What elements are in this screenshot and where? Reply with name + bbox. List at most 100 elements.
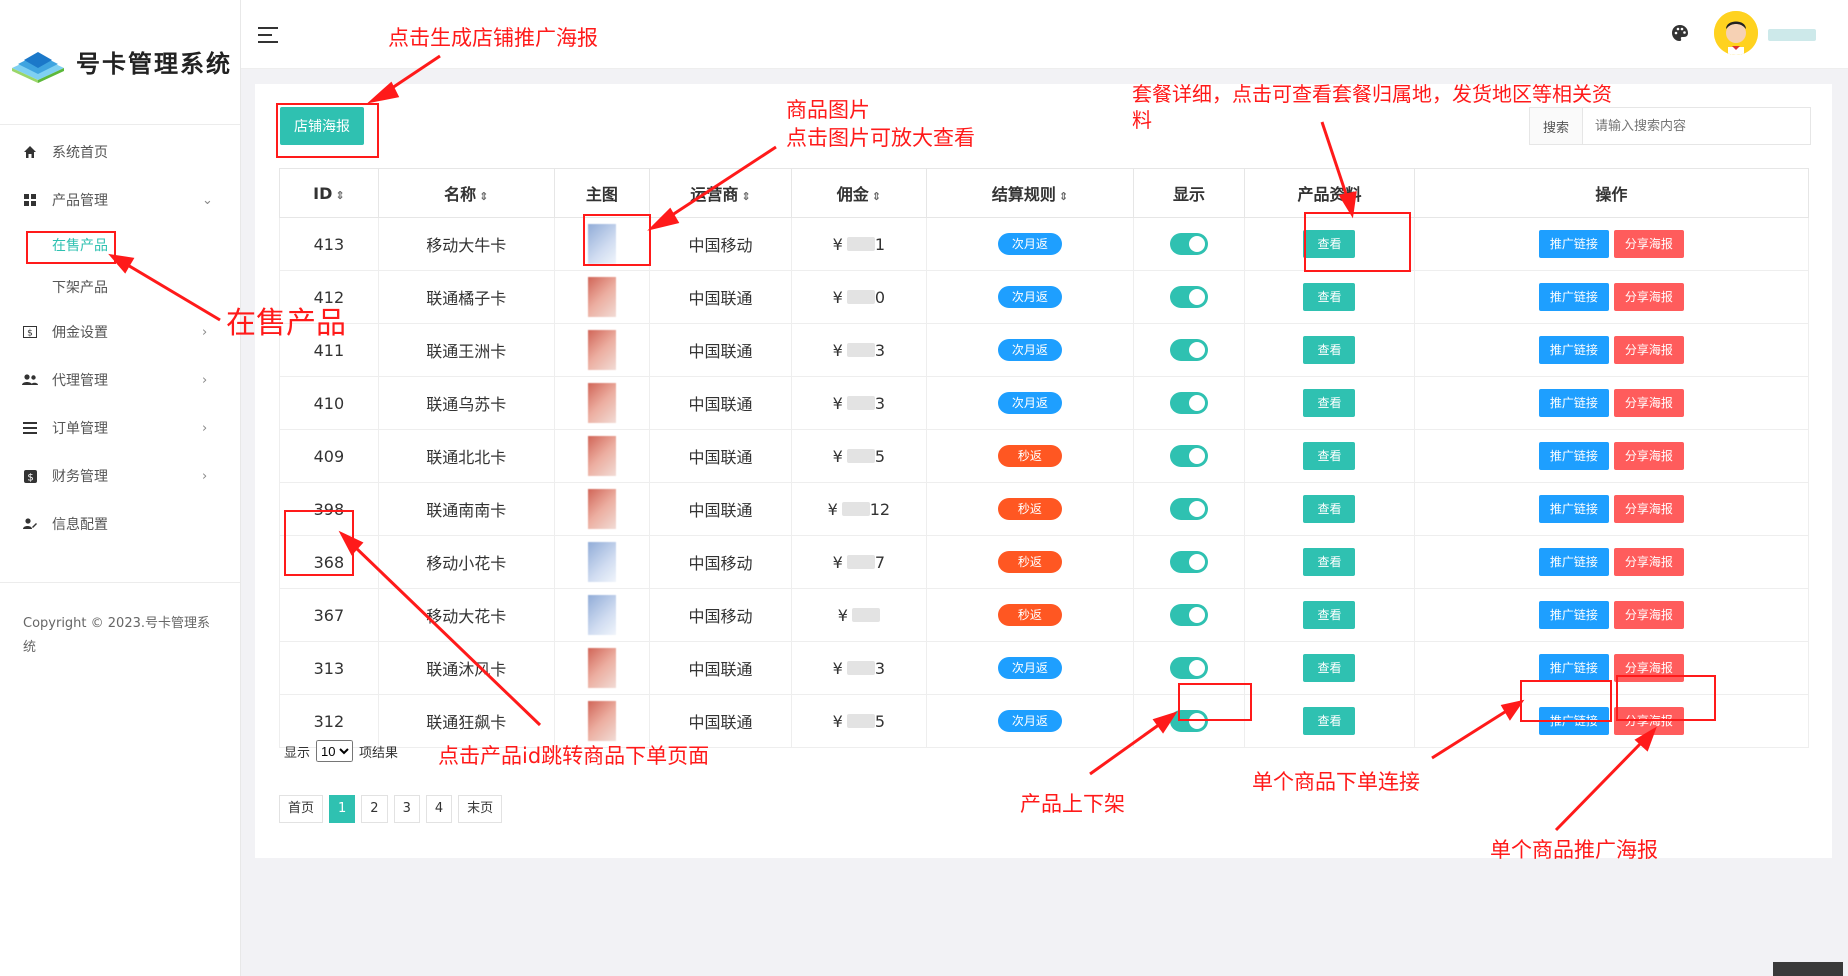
share-poster-button[interactable]: 分享海报 xyxy=(1613,707,1684,735)
col-id[interactable]: ID ⇕ xyxy=(279,168,379,218)
display-toggle[interactable] xyxy=(1170,604,1209,626)
display-toggle[interactable] xyxy=(1170,657,1209,679)
product-thumbnail[interactable] xyxy=(587,542,616,582)
shop-poster-button[interactable]: 店铺海报 xyxy=(280,107,364,145)
share-poster-button[interactable]: 分享海报 xyxy=(1613,548,1684,576)
col-name[interactable]: 名称 ⇕ xyxy=(377,168,555,218)
product-thumbnail[interactable] xyxy=(587,277,616,317)
sidebar-menu: 系统首页 产品管理 ⌄ 在售产品 下架产品 $ 佣金设置 › 代理管理 › 订单… xyxy=(0,128,240,548)
page-1[interactable]: 1 xyxy=(329,795,356,823)
product-id-link[interactable]: 410 xyxy=(279,376,379,430)
view-details-button[interactable]: 查看 xyxy=(1303,495,1356,523)
display-toggle[interactable] xyxy=(1170,286,1209,308)
page-4[interactable]: 4 xyxy=(425,795,453,823)
product-thumbnail[interactable] xyxy=(587,224,616,264)
sidebar-item-home[interactable]: 系统首页 xyxy=(0,128,240,176)
palette-icon[interactable] xyxy=(1671,24,1689,42)
share-poster-button[interactable]: 分享海报 xyxy=(1613,230,1684,258)
product-thumbnail[interactable] xyxy=(587,383,616,423)
chevron-right-icon: › xyxy=(202,468,208,484)
product-thumbnail[interactable] xyxy=(587,436,616,476)
promo-link-button[interactable]: 推广链接 xyxy=(1538,548,1609,576)
share-poster-button[interactable]: 分享海报 xyxy=(1613,283,1684,311)
view-details-button[interactable]: 查看 xyxy=(1303,654,1356,682)
view-details-button[interactable]: 查看 xyxy=(1303,548,1356,576)
sort-icon[interactable]: ⇕ xyxy=(741,190,750,203)
sidebar-item-products[interactable]: 产品管理 ⌄ xyxy=(0,176,240,224)
col-carrier[interactable]: 运营商 ⇕ xyxy=(649,168,792,218)
promo-link-button[interactable]: 推广链接 xyxy=(1538,230,1609,258)
sidebar-item-info[interactable]: 信息配置 xyxy=(0,500,240,548)
sort-icon[interactable]: ⇕ xyxy=(872,190,881,203)
col-settlement[interactable]: 结算规则 ⇕ xyxy=(925,168,1134,218)
view-details-button[interactable]: 查看 xyxy=(1303,442,1356,470)
sort-icon[interactable]: ⇕ xyxy=(1059,190,1068,203)
view-details-button[interactable]: 查看 xyxy=(1303,230,1356,258)
share-poster-button[interactable]: 分享海报 xyxy=(1613,442,1684,470)
display-toggle[interactable] xyxy=(1170,551,1209,573)
share-poster-button[interactable]: 分享海报 xyxy=(1613,336,1684,364)
view-details-button[interactable]: 查看 xyxy=(1303,283,1356,311)
sidebar-item-agents[interactable]: 代理管理 › xyxy=(0,356,240,404)
menu-toggle-icon[interactable] xyxy=(258,27,278,43)
sidebar-item-orders[interactable]: 订单管理 › xyxy=(0,404,240,452)
product-id-link[interactable]: 409 xyxy=(279,429,379,483)
display-toggle[interactable] xyxy=(1170,445,1209,467)
sort-icon[interactable]: ⇕ xyxy=(335,189,344,202)
promo-link-button[interactable]: 推广链接 xyxy=(1538,601,1609,629)
sidebar-subitem-onsale[interactable]: 在售产品 xyxy=(0,224,240,266)
product-carrier: 中国联通 xyxy=(649,482,792,536)
promo-link-button[interactable]: 推广链接 xyxy=(1538,336,1609,364)
promo-link-button[interactable]: 推广链接 xyxy=(1538,495,1609,523)
product-id-link[interactable]: 398 xyxy=(279,482,379,536)
details-cell: 查看 xyxy=(1244,535,1415,589)
view-details-button[interactable]: 查看 xyxy=(1303,336,1356,364)
avatar[interactable] xyxy=(1714,11,1758,55)
scroll-handle[interactable] xyxy=(1773,962,1843,976)
product-thumbnail[interactable] xyxy=(587,489,616,529)
product-thumbnail[interactable] xyxy=(587,701,616,741)
details-cell: 查看 xyxy=(1244,588,1415,642)
product-thumbnail[interactable] xyxy=(587,595,616,635)
sidebar-item-commission[interactable]: $ 佣金设置 › xyxy=(0,308,240,356)
share-poster-button[interactable]: 分享海报 xyxy=(1613,495,1684,523)
share-poster-button[interactable]: 分享海报 xyxy=(1613,601,1684,629)
product-thumbnail[interactable] xyxy=(587,648,616,688)
product-id-link[interactable]: 413 xyxy=(279,217,379,271)
sort-icon[interactable]: ⇕ xyxy=(479,190,488,203)
view-details-button[interactable]: 查看 xyxy=(1303,601,1356,629)
product-carrier: 中国移动 xyxy=(649,217,792,271)
product-id-link[interactable]: 368 xyxy=(279,535,379,589)
sidebar-item-label: 代理管理 xyxy=(52,373,108,389)
view-details-button[interactable]: 查看 xyxy=(1303,389,1356,417)
promo-link-button[interactable]: 推广链接 xyxy=(1538,442,1609,470)
app-logo[interactable]: 号卡管理系统 xyxy=(8,38,238,84)
promo-link-button[interactable]: 推广链接 xyxy=(1538,283,1609,311)
view-details-button[interactable]: 查看 xyxy=(1303,707,1356,735)
sidebar-subitem-offsale[interactable]: 下架产品 xyxy=(0,266,240,308)
display-toggle[interactable] xyxy=(1170,339,1209,361)
product-id-link[interactable]: 313 xyxy=(279,641,379,695)
share-poster-button[interactable]: 分享海报 xyxy=(1613,389,1684,417)
share-poster-button[interactable]: 分享海报 xyxy=(1613,654,1684,682)
promo-link-button[interactable]: 推广链接 xyxy=(1538,654,1609,682)
page-size-select[interactable]: 10 xyxy=(316,740,354,762)
display-toggle[interactable] xyxy=(1170,710,1209,732)
product-id-link[interactable]: 367 xyxy=(279,588,379,642)
col-commission[interactable]: 佣金 ⇕ xyxy=(790,168,927,218)
display-cell xyxy=(1132,694,1246,748)
page-2[interactable]: 2 xyxy=(361,795,388,823)
display-toggle[interactable] xyxy=(1170,233,1209,255)
promo-link-button[interactable]: 推广链接 xyxy=(1538,389,1609,417)
page-first[interactable]: 首页 xyxy=(279,795,324,823)
promo-link-button[interactable]: 推广链接 xyxy=(1538,707,1609,735)
display-toggle[interactable] xyxy=(1170,392,1209,414)
search-input[interactable] xyxy=(1583,108,1810,144)
product-thumbnail[interactable] xyxy=(587,330,616,370)
page-last[interactable]: 末页 xyxy=(458,795,503,823)
display-toggle[interactable] xyxy=(1170,498,1209,520)
page-size-suffix: 项结果 xyxy=(359,745,399,761)
sidebar-item-finance[interactable]: $ 财务管理 › xyxy=(0,452,240,500)
username-blurred[interactable] xyxy=(1768,29,1816,41)
page-3[interactable]: 3 xyxy=(393,795,420,823)
